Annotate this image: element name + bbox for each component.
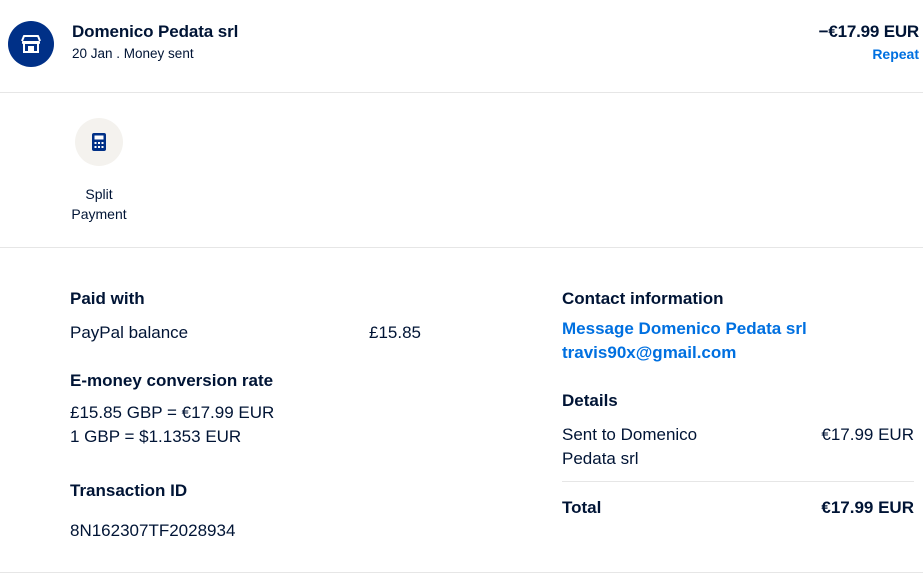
transaction-header: Domenico Pedata srl 20 Jan . Money sent … — [0, 0, 923, 93]
total-amount: €17.99 EUR — [821, 498, 914, 517]
conversion-line-1: £15.85 GBP = €17.99 EUR — [70, 403, 275, 422]
message-merchant-link[interactable]: Message Domenico Pedata srl — [562, 319, 807, 339]
calculator-icon — [91, 132, 107, 152]
total-label: Total — [562, 498, 602, 517]
details-divider — [562, 481, 914, 482]
merchant-name: Domenico Pedata srl — [72, 22, 239, 41]
merchant-email-link[interactable]: travis90x@gmail.com — [562, 343, 736, 363]
sent-amount: €17.99 EUR — [821, 425, 914, 444]
sent-to-line-2: Pedata srl — [562, 449, 639, 468]
transaction-date-type: 20 Jan . Money sent — [72, 46, 194, 61]
transaction-id-title: Transaction ID — [70, 481, 188, 500]
repeat-button[interactable]: Repeat — [872, 46, 919, 62]
merchant-avatar — [8, 21, 54, 67]
conversion-rate-title: E-money conversion rate — [70, 371, 274, 390]
details-title: Details — [562, 391, 618, 410]
transaction-id-value: 8N162307TF2028934 — [70, 521, 236, 540]
payment-method: PayPal balance — [70, 323, 189, 342]
conversion-line-2: 1 GBP = $1.1353 EUR — [70, 427, 242, 446]
split-payment-label: Split Payment — [71, 184, 126, 224]
payment-method-amount: £15.85 — [369, 323, 421, 342]
split-label-line1: Split — [85, 186, 113, 202]
paid-with-title: Paid with — [70, 289, 145, 308]
contact-info-title: Contact information — [562, 289, 724, 308]
split-label-line2: Payment — [71, 206, 127, 222]
actions-bar: Split Payment — [0, 94, 923, 248]
split-payment-button[interactable]: Split Payment — [60, 118, 138, 224]
bottom-divider — [0, 572, 923, 573]
split-payment-icon-circle[interactable] — [75, 118, 123, 166]
sent-to-line-1: Sent to Domenico — [562, 425, 698, 444]
transaction-amount: −€17.99 EUR — [818, 22, 920, 41]
storefront-icon — [19, 32, 43, 56]
